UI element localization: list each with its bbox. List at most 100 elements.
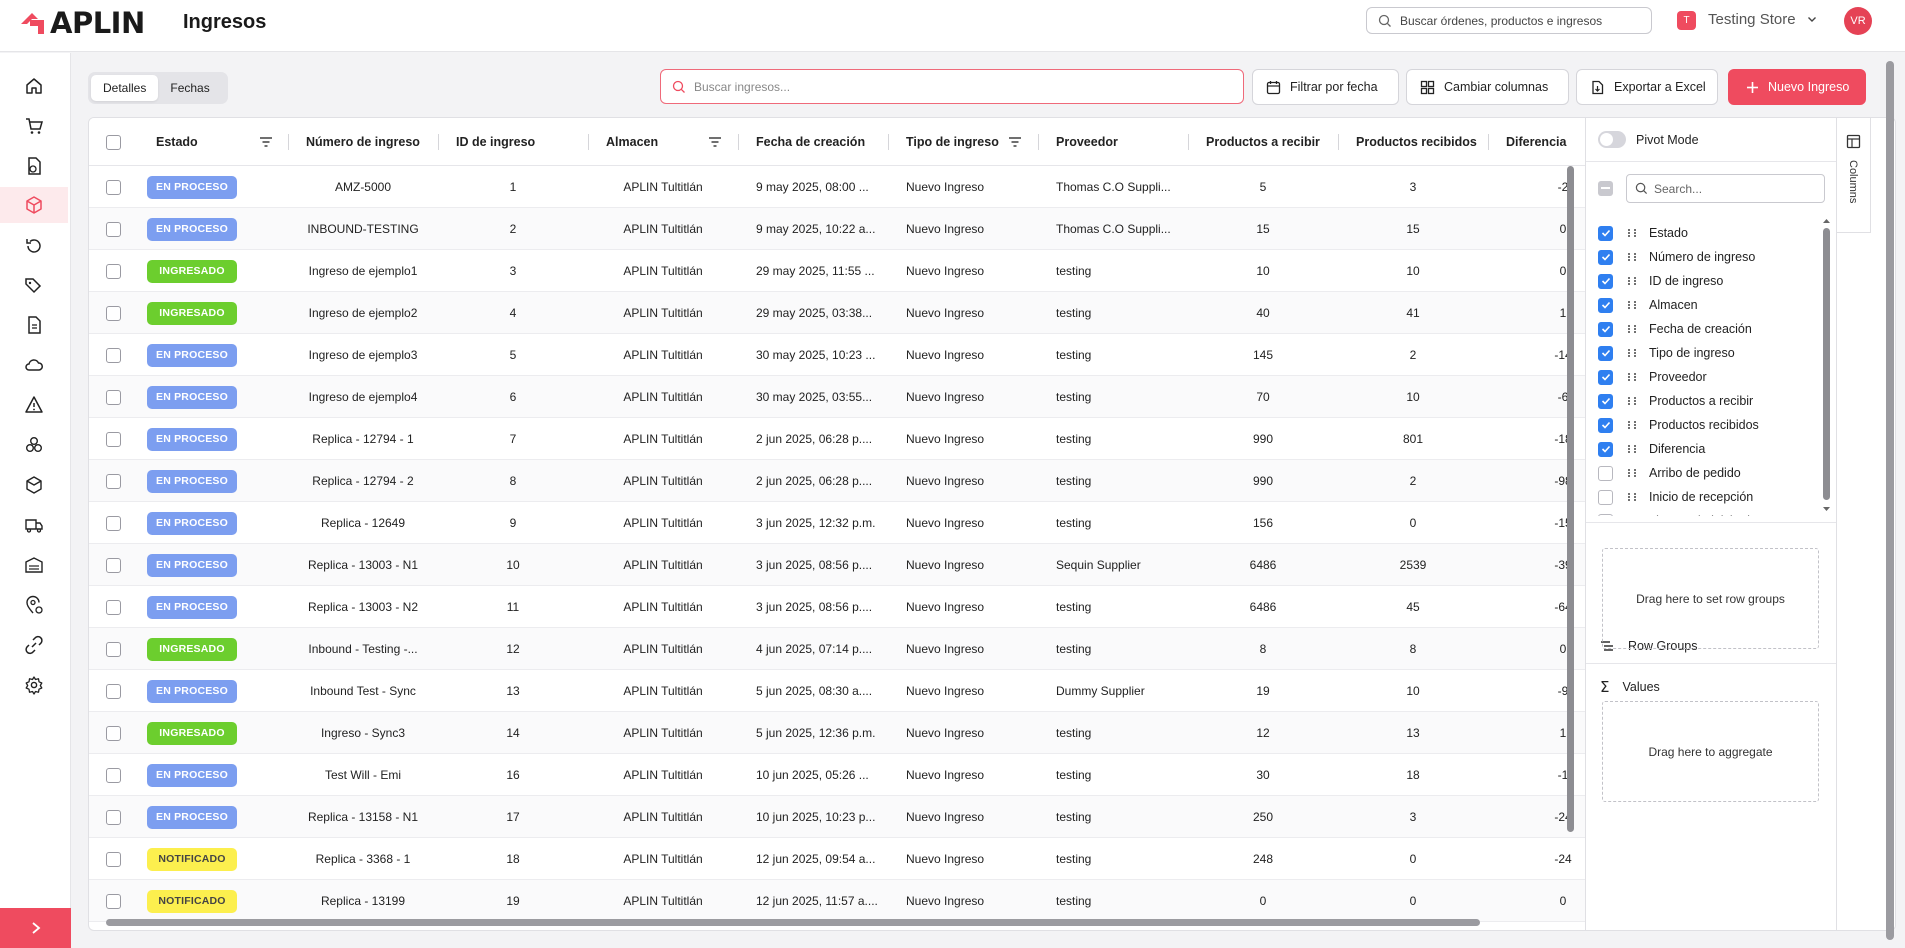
row-checkbox[interactable] [106, 670, 121, 712]
table-row[interactable]: EN PROCESO Replica - 12794 - 1 7 APLIN Tult… [89, 418, 1585, 460]
table-row[interactable]: EN PROCESO Replica - 13003 - N2 11 APLIN Tu… [89, 586, 1585, 628]
table-row[interactable]: EN PROCESO AMZ-5000 1 APLIN Tultitlán 9 may … [89, 166, 1585, 208]
table-row[interactable]: EN PROCESO Replica - 12649 9 APLIN Tultitlá… [89, 502, 1585, 544]
column-checkbox[interactable] [1598, 465, 1613, 481]
page-scrollbar[interactable] [1884, 53, 1896, 948]
column-search-input[interactable] [1654, 181, 1819, 196]
row-checkbox[interactable] [106, 460, 121, 502]
drag-handle-icon[interactable] [1626, 419, 1638, 431]
sidebar-item-inbound[interactable] [0, 187, 68, 223]
drag-handle-icon[interactable] [1626, 395, 1638, 407]
row-checkbox[interactable] [106, 586, 121, 628]
new-inbound-button[interactable]: Nuevo Ingreso [1728, 69, 1866, 105]
sidebar-item-home[interactable] [0, 68, 68, 104]
drag-handle-icon[interactable] [1626, 467, 1638, 479]
grid-vertical-scrollbar[interactable] [1565, 166, 1575, 912]
pivot-mode-toggle[interactable] [1598, 131, 1626, 148]
sidebar-item-cloud[interactable] [0, 347, 68, 383]
column-checkbox[interactable] [1598, 369, 1613, 385]
column-toggle-item[interactable]: Arribo de pedido [1598, 461, 1823, 485]
row-checkbox[interactable] [106, 838, 121, 880]
table-row[interactable]: EN PROCESO Ingreso de ejemplo3 5 APLIN Tult… [89, 334, 1585, 376]
drag-handle-icon[interactable] [1626, 347, 1638, 359]
column-toggle-item[interactable]: Tiempo de inicio de recep... [1598, 509, 1823, 516]
drag-handle-icon[interactable] [1626, 515, 1638, 516]
inbound-search-input[interactable] [694, 79, 1224, 94]
header-id-ingreso[interactable]: ID de ingreso [456, 118, 535, 166]
drag-handle-icon[interactable] [1626, 323, 1638, 335]
header-estado[interactable]: Estado [156, 118, 198, 166]
table-row[interactable]: EN PROCESO INBOUND-TESTING 2 APLIN Tultitlá… [89, 208, 1585, 250]
column-checkbox[interactable] [1598, 393, 1613, 409]
row-checkbox[interactable] [106, 796, 121, 838]
sidebar-item-warehouse[interactable] [0, 547, 68, 583]
table-row[interactable]: INGRESADO Ingreso de ejemplo1 3 APLIN Tulti… [89, 250, 1585, 292]
sidebar-item-integrations[interactable] [0, 627, 68, 663]
grid-horizontal-scrollbar[interactable] [106, 918, 1571, 926]
table-row[interactable]: EN PROCESO Inbound Test - Sync 13 APLIN Tul… [89, 670, 1585, 712]
sidebar-item-orders[interactable] [0, 108, 68, 144]
column-checkbox[interactable] [1598, 441, 1613, 457]
store-selector[interactable]: Testing Store [1708, 11, 1796, 28]
user-avatar[interactable]: VR [1844, 7, 1872, 35]
row-checkbox[interactable] [106, 628, 121, 670]
pivot-mode[interactable]: Pivot Mode [1598, 131, 1699, 148]
drag-handle-icon[interactable] [1626, 227, 1638, 239]
table-row[interactable]: EN PROCESO Replica - 12794 - 2 8 APLIN Tult… [89, 460, 1585, 502]
column-toggle-item[interactable]: Diferencia [1598, 437, 1823, 461]
sidebar-item-documents[interactable] [0, 307, 68, 343]
header-numero-ingreso[interactable]: Número de ingreso [306, 118, 420, 166]
drag-handle-icon[interactable] [1626, 491, 1638, 503]
header-productos-recibidos[interactable]: Productos recibidos [1356, 118, 1477, 166]
column-checkbox[interactable] [1598, 513, 1613, 516]
change-columns-button[interactable]: Cambiar columnas [1406, 69, 1569, 105]
column-checkbox[interactable] [1598, 225, 1613, 241]
table-row[interactable]: EN PROCESO Replica - 13158 - N1 17 APLIN Tu… [89, 796, 1585, 838]
select-all-columns-checkbox[interactable] [1598, 181, 1613, 196]
table-row[interactable]: EN PROCESO Replica - 13003 - N1 10 APLIN Tu… [89, 544, 1585, 586]
sidebar-item-locations[interactable] [0, 587, 68, 623]
row-checkbox[interactable] [106, 166, 121, 208]
column-toggle-item[interactable]: Tipo de ingreso [1598, 341, 1823, 365]
drag-handle-icon[interactable] [1626, 443, 1638, 455]
header-tipo-ingreso[interactable]: Tipo de ingreso [906, 118, 999, 166]
row-checkbox[interactable] [106, 544, 121, 586]
table-row[interactable]: INGRESADO Ingreso de ejemplo2 4 APLIN Tulti… [89, 292, 1585, 334]
select-all-checkbox[interactable] [106, 118, 121, 166]
columns-tab[interactable]: Columns [1837, 118, 1871, 233]
drag-handle-icon[interactable] [1626, 275, 1638, 287]
table-row[interactable]: NOTIFICADO Replica - 3368 - 1 18 APLIN Tult… [89, 838, 1585, 880]
row-checkbox[interactable] [106, 250, 121, 292]
column-toggle-item[interactable]: Inicio de recepción [1598, 485, 1823, 509]
sidebar-item-inventory[interactable] [0, 467, 68, 503]
header-productos-recibir[interactable]: Productos a recibir [1206, 118, 1320, 166]
header-diferencia[interactable]: Diferencia [1506, 118, 1566, 166]
row-checkbox[interactable] [106, 292, 121, 334]
column-search[interactable] [1626, 174, 1825, 203]
sidebar-item-bundles[interactable] [0, 427, 68, 463]
row-checkbox[interactable] [106, 712, 121, 754]
column-toggle-item[interactable]: Fecha de creación [1598, 317, 1823, 341]
row-checkbox[interactable] [106, 754, 121, 796]
row-checkbox[interactable] [106, 334, 121, 376]
column-toggle-item[interactable]: Almacen [1598, 293, 1823, 317]
row-checkbox[interactable] [106, 502, 121, 544]
drag-handle-icon[interactable] [1626, 251, 1638, 263]
column-checkbox[interactable] [1598, 489, 1613, 505]
aplin-logo[interactable]: APLIN [18, 6, 145, 40]
values-dropzone[interactable]: Drag here to aggregate [1602, 701, 1819, 802]
table-row[interactable]: EN PROCESO Ingreso de ejemplo4 6 APLIN Tult… [89, 376, 1585, 418]
column-list-scrollbar[interactable] [1821, 218, 1831, 518]
column-toggle-item[interactable]: Productos recibidos [1598, 413, 1823, 437]
drag-handle-icon[interactable] [1626, 371, 1638, 383]
sidebar-item-tags[interactable] [0, 267, 68, 303]
column-toggle-item[interactable]: Proveedor [1598, 365, 1823, 389]
sidebar-expand-button[interactable] [0, 908, 71, 948]
global-search[interactable] [1366, 7, 1652, 34]
global-search-input[interactable] [1400, 13, 1640, 28]
table-row[interactable]: INGRESADO Ingreso - Sync3 14 APLIN Tultitlá… [89, 712, 1585, 754]
row-groups-dropzone[interactable]: Drag here to set row groups [1602, 548, 1819, 649]
column-toggle-item[interactable]: Estado [1598, 221, 1823, 245]
column-checkbox[interactable] [1598, 321, 1613, 337]
tab-detalles[interactable]: Detalles [91, 75, 159, 101]
